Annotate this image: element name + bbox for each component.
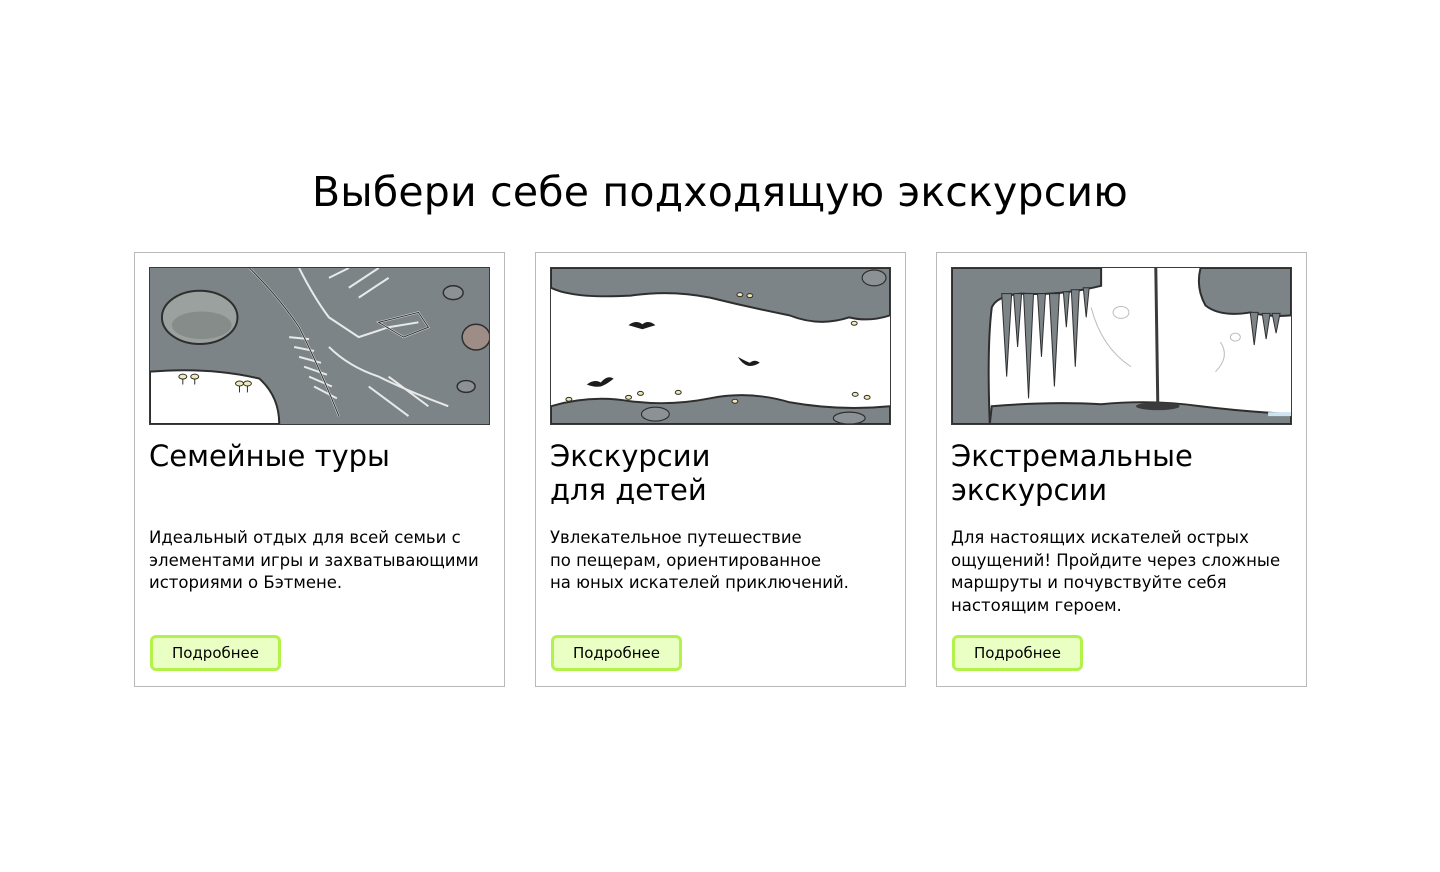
tour-card-family: Семейные туры Идеальный отдых для всей с…: [134, 252, 505, 687]
page: Выбери себе подходящую экскурсию Семейны…: [0, 0, 1440, 872]
stalactites-rope-cave-illustration: [951, 267, 1292, 425]
card-title: Семейные туры: [149, 439, 390, 473]
details-button[interactable]: Подробнее: [150, 635, 281, 671]
card-title: Экскурсии для детей: [550, 439, 711, 507]
page-title: Выбери себе подходящую экскурсию: [311, 168, 1128, 216]
tour-card-kids: Экскурсии для детей Увлекательное путеше…: [535, 252, 906, 687]
details-button[interactable]: Подробнее: [551, 635, 682, 671]
card-description: Для настоящих искателей острых ощущений!…: [951, 528, 1281, 615]
tour-cards: Семейные туры Идеальный отдых для всей с…: [134, 252, 1307, 687]
tour-card-extreme: Экстремальные экскурсии Для настоящих ис…: [936, 252, 1307, 687]
card-description: Идеальный отдых для всей семьи с элемент…: [149, 528, 479, 592]
details-button[interactable]: Подробнее: [952, 635, 1083, 671]
bats-cave-illustration: [550, 267, 891, 425]
card-description: Увлекательное путешествие по пещерам, ор…: [550, 528, 849, 592]
dinosaur-fossil-cave-illustration: [149, 267, 490, 425]
card-title: Экстремальные экскурсии: [951, 439, 1193, 507]
